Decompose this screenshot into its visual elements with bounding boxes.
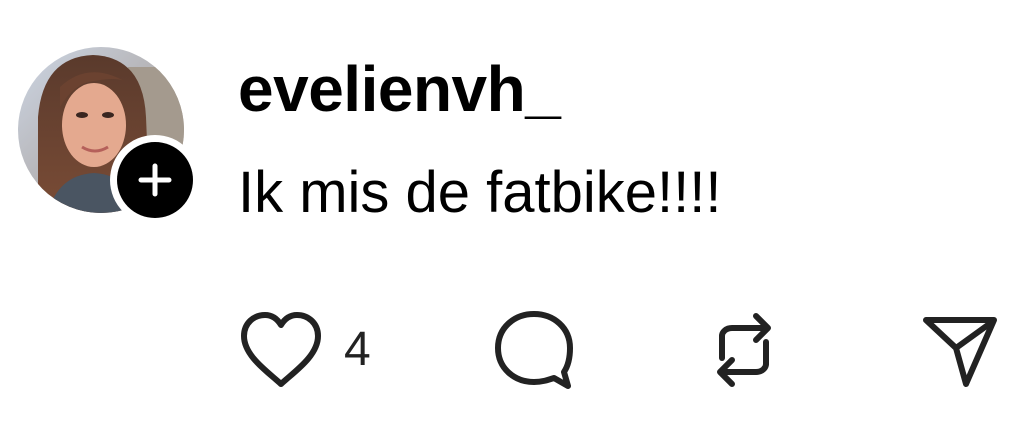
follow-badge <box>117 142 193 218</box>
avatar-container <box>18 47 200 225</box>
action-bar: 4 <box>0 300 1024 400</box>
username[interactable]: evelienvh_ <box>238 52 561 126</box>
like-button[interactable]: 4 <box>238 300 371 400</box>
like-count: 4 <box>344 323 371 376</box>
comment-text: Ik mis de fatbike!!!! <box>238 160 722 225</box>
repost-arrows-icon <box>717 313 771 387</box>
heart-icon <box>241 312 321 387</box>
share-button[interactable] <box>918 300 1002 400</box>
follow-button[interactable] <box>110 135 200 225</box>
paper-plane-icon <box>923 317 997 387</box>
repost-button[interactable] <box>704 300 784 400</box>
plus-icon <box>138 163 172 197</box>
reply-button[interactable] <box>492 300 576 400</box>
speech-bubble-icon <box>495 311 573 389</box>
